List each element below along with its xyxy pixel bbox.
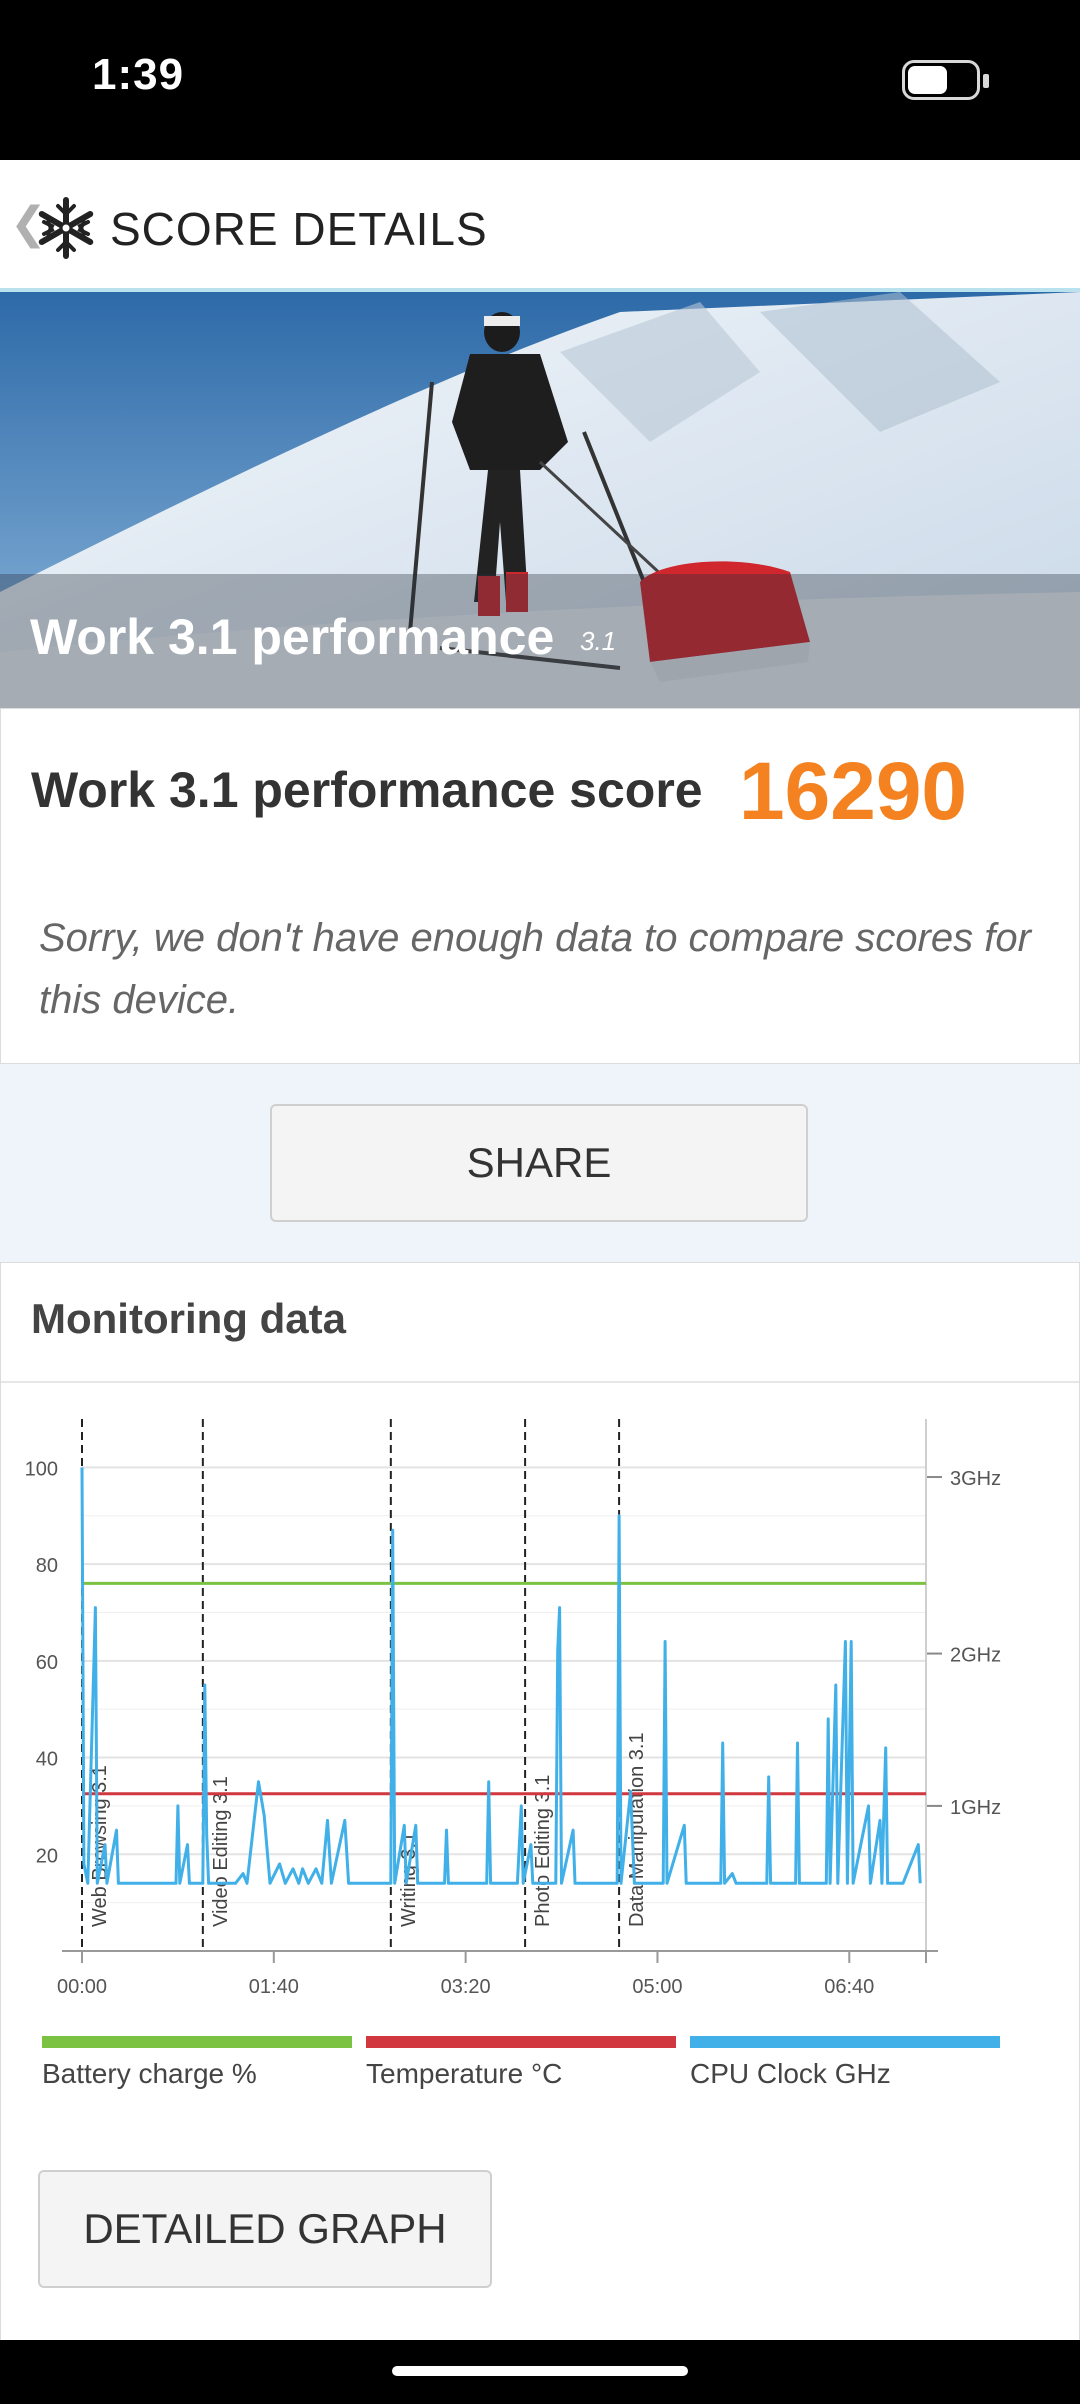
divider xyxy=(1,1381,1079,1383)
score-value: 16290 xyxy=(739,746,968,837)
x-tick-label: 06:40 xyxy=(824,1976,874,1998)
x-tick-label: 00:00 xyxy=(57,1976,107,1998)
hero-banner: Work 3.1 performance 3.1 xyxy=(0,292,1080,708)
y-tick-label: 80 xyxy=(36,1555,58,1577)
score-label: Work 3.1 performance score xyxy=(31,762,703,818)
x-tick-label: 05:00 xyxy=(632,1976,682,1998)
battery-icon xyxy=(902,60,989,100)
y-tick-label: 40 xyxy=(36,1749,58,1771)
y-tick-label: 60 xyxy=(36,1652,58,1674)
x-tick-label: 03:20 xyxy=(441,1976,491,1998)
monitoring-chart: 100 80 60 40 20 3GHz 2GHz 1GHz 00:00 01:40 03:20 05… xyxy=(25,1419,1001,1998)
compare-message: Sorry, we don't have enough data to comp… xyxy=(39,916,1031,1022)
score-row: Work 3.1 performance score 16290 xyxy=(0,708,1080,876)
phase-label: Photo Editing 3.1 xyxy=(532,1775,554,1927)
hero-title: Work 3.1 performance xyxy=(30,609,555,665)
detailed-graph-button[interactable]: DETAILED GRAPH xyxy=(38,2170,492,2288)
phase-label: Web Browsing 3.1 xyxy=(89,1765,111,1927)
phase-label: Data Manipulation 3.1 xyxy=(626,1732,648,1927)
legend-battery: Battery charge % xyxy=(42,2036,352,2106)
y-right-tick-label: 3GHz xyxy=(950,1468,1001,1490)
legend-label: Temperature °C xyxy=(366,2058,563,2089)
x-tick-label: 01:40 xyxy=(249,1976,299,1998)
compare-notice: Sorry, we don't have enough data to comp… xyxy=(0,875,1080,1064)
legend-cpu-clock: CPU Clock GHz xyxy=(690,2036,1000,2106)
snowflake-icon xyxy=(38,197,94,259)
series-cpu-clock-ghz xyxy=(80,1467,922,1885)
legend-label: CPU Clock GHz xyxy=(690,2058,891,2089)
y-tick-label: 20 xyxy=(36,1845,58,1867)
share-section: SHARE xyxy=(0,1064,1080,1262)
share-button[interactable]: SHARE xyxy=(270,1104,808,1222)
legend-label: Battery charge % xyxy=(42,2058,257,2089)
status-time: 1:39 xyxy=(92,50,185,99)
home-indicator[interactable] xyxy=(392,2366,688,2376)
status-bar: 1:39 xyxy=(0,0,1080,160)
monitoring-title: Monitoring data xyxy=(31,1295,346,1342)
page-title: SCORE DETAILS xyxy=(110,203,488,255)
hero-version-badge: 3.1 xyxy=(580,626,617,656)
y-right-tick-label: 2GHz xyxy=(950,1645,1001,1667)
phase-label: Video Editing 3.1 xyxy=(210,1776,232,1927)
navigation-bar xyxy=(0,2340,1080,2404)
legend-temperature: Temperature °C xyxy=(366,2036,676,2106)
y-tick-label: 100 xyxy=(25,1458,58,1480)
y-right-tick-label: 1GHz xyxy=(950,1797,1001,1819)
